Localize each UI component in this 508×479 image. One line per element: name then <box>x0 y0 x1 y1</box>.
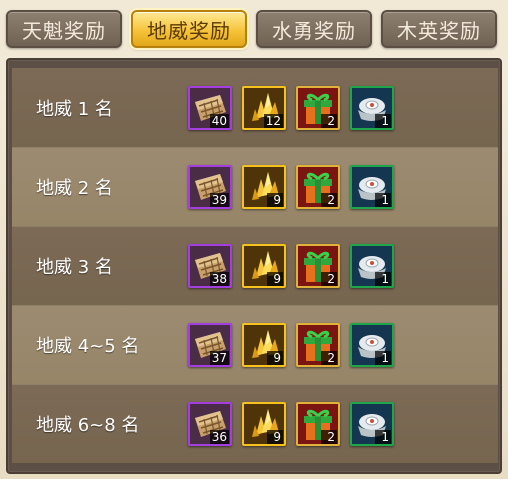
reward-row: 地威 6~8 名 36 9 2 1 <box>12 384 498 463</box>
treasure-map-item[interactable]: 39 <box>188 165 232 209</box>
gold-crystal-item[interactable]: 9 <box>242 165 286 209</box>
item-count: 1 <box>375 113 391 128</box>
rank-label: 地威 1 名 <box>36 98 113 120</box>
rank-label: 地威 2 名 <box>36 178 113 199</box>
rank-label: 地威 3 名 <box>36 257 113 278</box>
item-count: 2 <box>321 193 337 207</box>
item-count: 2 <box>321 272 337 286</box>
reward-items: 40 12 2 1 <box>188 85 394 130</box>
item-count: 1 <box>375 430 391 444</box>
item-count: 9 <box>267 351 283 365</box>
gift-box-item[interactable]: 2 <box>296 323 340 367</box>
item-count: 1 <box>375 351 391 365</box>
gold-crystal-item[interactable]: 9 <box>242 402 286 446</box>
silver-ingot-item[interactable]: 1 <box>350 402 394 446</box>
reward-rows: 地威 1 名 40 12 2 1 地威 2 名 39 9 2 1 地威 3 名 … <box>12 68 498 463</box>
item-count: 38 <box>209 272 229 286</box>
silver-ingot-item[interactable]: 1 <box>350 244 394 288</box>
reward-items: 37 9 2 1 <box>188 323 394 367</box>
treasure-map-item[interactable]: 36 <box>188 402 232 446</box>
gold-crystal-item[interactable]: 9 <box>242 244 286 288</box>
silver-ingot-item[interactable]: 1 <box>350 323 394 367</box>
gift-box-item[interactable]: 2 <box>296 402 340 446</box>
item-count: 9 <box>267 193 283 207</box>
reward-row: 地威 3 名 38 9 2 1 <box>12 226 498 305</box>
silver-ingot-item[interactable]: 1 <box>350 85 394 130</box>
tab-bar: 天魁奖励 地威奖励 水勇奖励 木英奖励 <box>0 0 508 56</box>
reward-items: 39 9 2 1 <box>188 165 394 209</box>
item-count: 1 <box>375 272 391 286</box>
item-count: 39 <box>209 193 229 207</box>
tab-diwei-rewards[interactable]: 地威奖励 <box>131 10 247 48</box>
treasure-map-item[interactable]: 40 <box>188 85 232 130</box>
reward-row: 地威 4~5 名 37 9 2 1 <box>12 305 498 384</box>
tab-tiankui-rewards[interactable]: 天魁奖励 <box>6 10 122 48</box>
reward-window: 天魁奖励 地威奖励 水勇奖励 木英奖励 地威 1 名 40 12 2 1 地威 … <box>0 0 508 479</box>
gift-box-item[interactable]: 2 <box>296 165 340 209</box>
reward-items: 36 9 2 1 <box>188 402 394 446</box>
item-count: 1 <box>375 193 391 207</box>
reward-items: 38 9 2 1 <box>188 244 394 288</box>
item-count: 9 <box>267 272 283 286</box>
tab-shuiyong-rewards[interactable]: 水勇奖励 <box>256 10 372 48</box>
rank-label: 地威 4~5 名 <box>36 336 140 357</box>
reward-list-panel: 地威 1 名 40 12 2 1 地威 2 名 39 9 2 1 地威 3 名 … <box>6 58 502 474</box>
gold-crystal-item[interactable]: 12 <box>242 85 286 130</box>
silver-ingot-item[interactable]: 1 <box>350 165 394 209</box>
gold-crystal-item[interactable]: 9 <box>242 323 286 367</box>
gift-box-item[interactable]: 2 <box>296 244 340 288</box>
item-count: 40 <box>209 113 229 128</box>
item-count: 12 <box>263 113 283 128</box>
treasure-map-item[interactable]: 38 <box>188 244 232 288</box>
item-count: 9 <box>267 430 283 444</box>
item-count: 2 <box>321 430 337 444</box>
item-count: 37 <box>209 351 229 365</box>
gift-box-item[interactable]: 2 <box>296 85 340 130</box>
treasure-map-item[interactable]: 37 <box>188 323 232 367</box>
item-count: 2 <box>321 351 337 365</box>
tab-muying-rewards[interactable]: 木英奖励 <box>381 10 497 48</box>
rank-label: 地威 6~8 名 <box>36 415 140 436</box>
item-count: 36 <box>209 430 229 444</box>
reward-row: 地威 2 名 39 9 2 1 <box>12 147 498 226</box>
item-count: 2 <box>321 113 337 128</box>
reward-row: 地威 1 名 40 12 2 1 <box>12 68 498 147</box>
